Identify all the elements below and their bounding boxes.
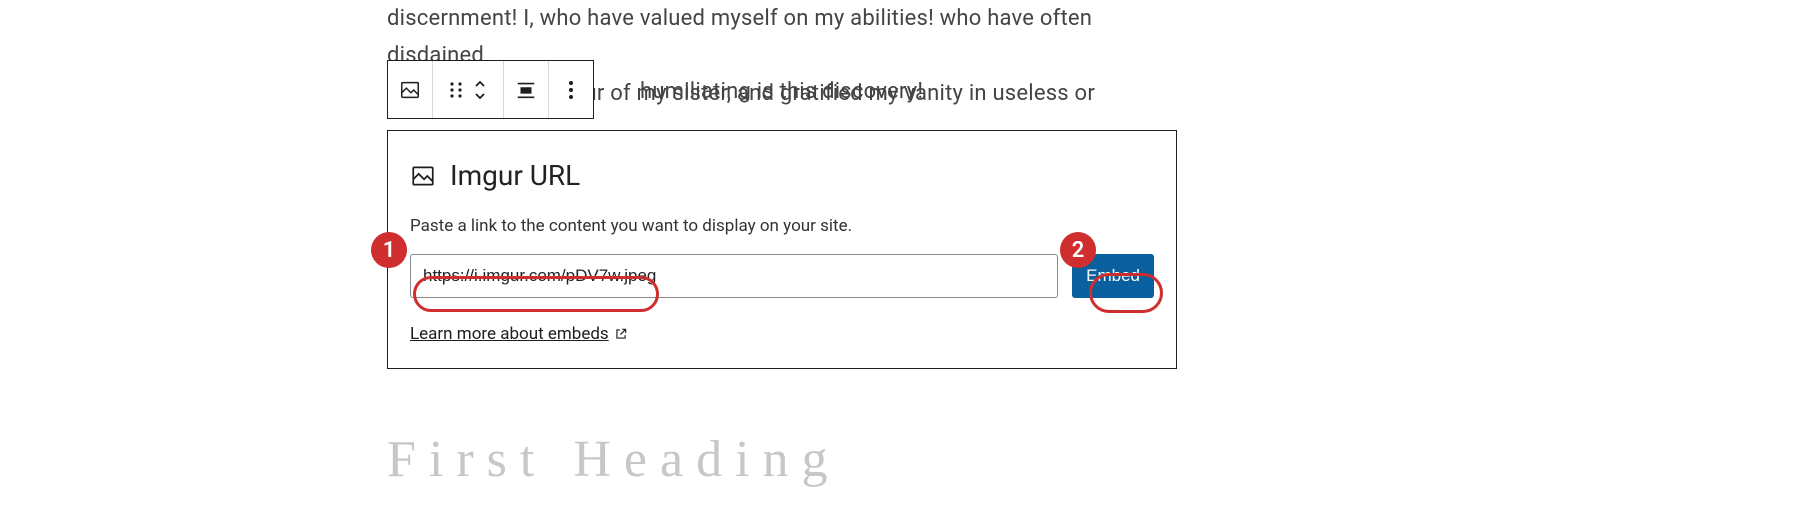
- annotation-badge-2: 2: [1060, 232, 1096, 268]
- learn-more-link[interactable]: Learn more about embeds: [410, 324, 628, 344]
- learn-more-label: Learn more about embeds: [410, 324, 609, 344]
- imgur-embed-block: Imgur URL Paste a link to the content yo…: [387, 130, 1177, 369]
- body-text-line: humiliating is this discovery!: [640, 73, 923, 110]
- drag-move-group[interactable]: [433, 61, 503, 118]
- embed-url-input[interactable]: [410, 254, 1058, 298]
- drag-handle-icon: [449, 81, 463, 99]
- block-title: Imgur URL: [410, 159, 1154, 192]
- move-up-down-icon: [473, 79, 487, 101]
- image-icon: [399, 79, 421, 101]
- block-help-text: Paste a link to the content you want to …: [410, 216, 1154, 236]
- align-center-icon: [515, 79, 537, 101]
- more-options-button[interactable]: [549, 61, 593, 118]
- align-button[interactable]: [504, 61, 548, 118]
- block-type-button[interactable]: [388, 61, 432, 118]
- external-link-icon: [614, 327, 628, 341]
- heading-placeholder[interactable]: First Heading: [387, 430, 841, 489]
- more-options-icon: [568, 80, 574, 100]
- annotation-badge-1: 1: [371, 232, 407, 268]
- image-icon: [410, 163, 436, 189]
- block-title-text: Imgur URL: [450, 159, 580, 192]
- block-toolbar: [387, 60, 594, 119]
